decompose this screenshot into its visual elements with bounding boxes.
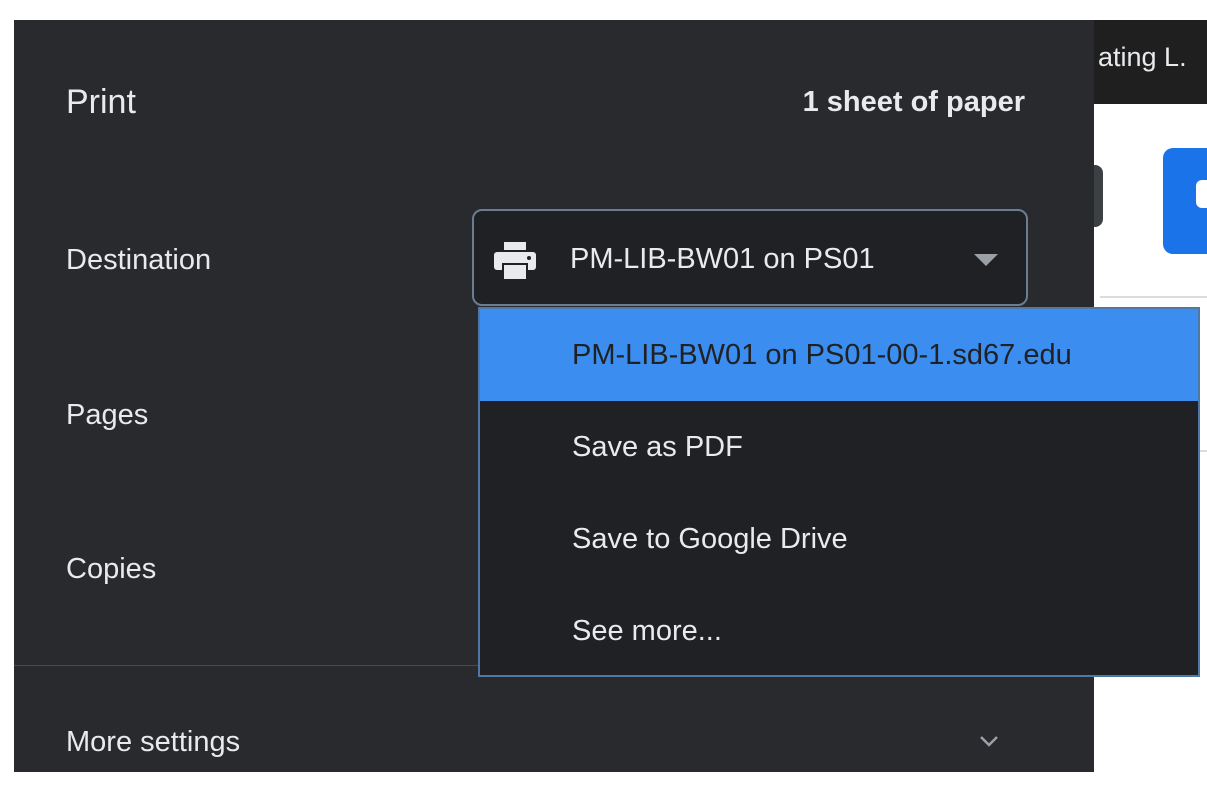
print-title: Print	[66, 83, 136, 121]
option-label: Save as PDF	[572, 431, 743, 463]
destination-label: Destination	[66, 244, 212, 276]
chevron-down-icon[interactable]	[978, 730, 1000, 752]
sheet-count: 1 sheet of paper	[802, 86, 1025, 118]
browser-tab-title[interactable]: ating L.	[1098, 42, 1187, 73]
background-button-icon	[1196, 180, 1207, 208]
pages-label: Pages	[66, 399, 149, 431]
copies-label: Copies	[66, 553, 157, 585]
option-label: PM-LIB-BW01 on PS01-00-1.sd67.edu	[572, 339, 1072, 371]
destination-dropdown: PM-LIB-BW01 on PS01-00-1.sd67.edu Save a…	[478, 307, 1200, 677]
destination-option-printer[interactable]: PM-LIB-BW01 on PS01-00-1.sd67.edu	[480, 309, 1198, 401]
print-dialog-screen: ating L. Print 1 sheet of paper Destinat…	[0, 0, 1207, 789]
preview-divider	[1100, 296, 1207, 298]
background-button[interactable]	[1094, 165, 1103, 227]
destination-select[interactable]: PM-LIB-BW01 on PS01	[472, 209, 1028, 306]
destination-option-google-drive[interactable]: Save to Google Drive	[480, 493, 1198, 585]
option-label: See more...	[572, 615, 722, 647]
destination-option-see-more[interactable]: See more...	[480, 585, 1198, 677]
destination-value: PM-LIB-BW01 on PS01	[570, 243, 875, 275]
printer-icon	[494, 242, 536, 280]
destination-option-save-pdf[interactable]: Save as PDF	[480, 401, 1198, 493]
option-label: Save to Google Drive	[572, 523, 848, 555]
caret-down-icon	[974, 254, 998, 266]
more-settings-toggle[interactable]: More settings	[66, 724, 240, 760]
